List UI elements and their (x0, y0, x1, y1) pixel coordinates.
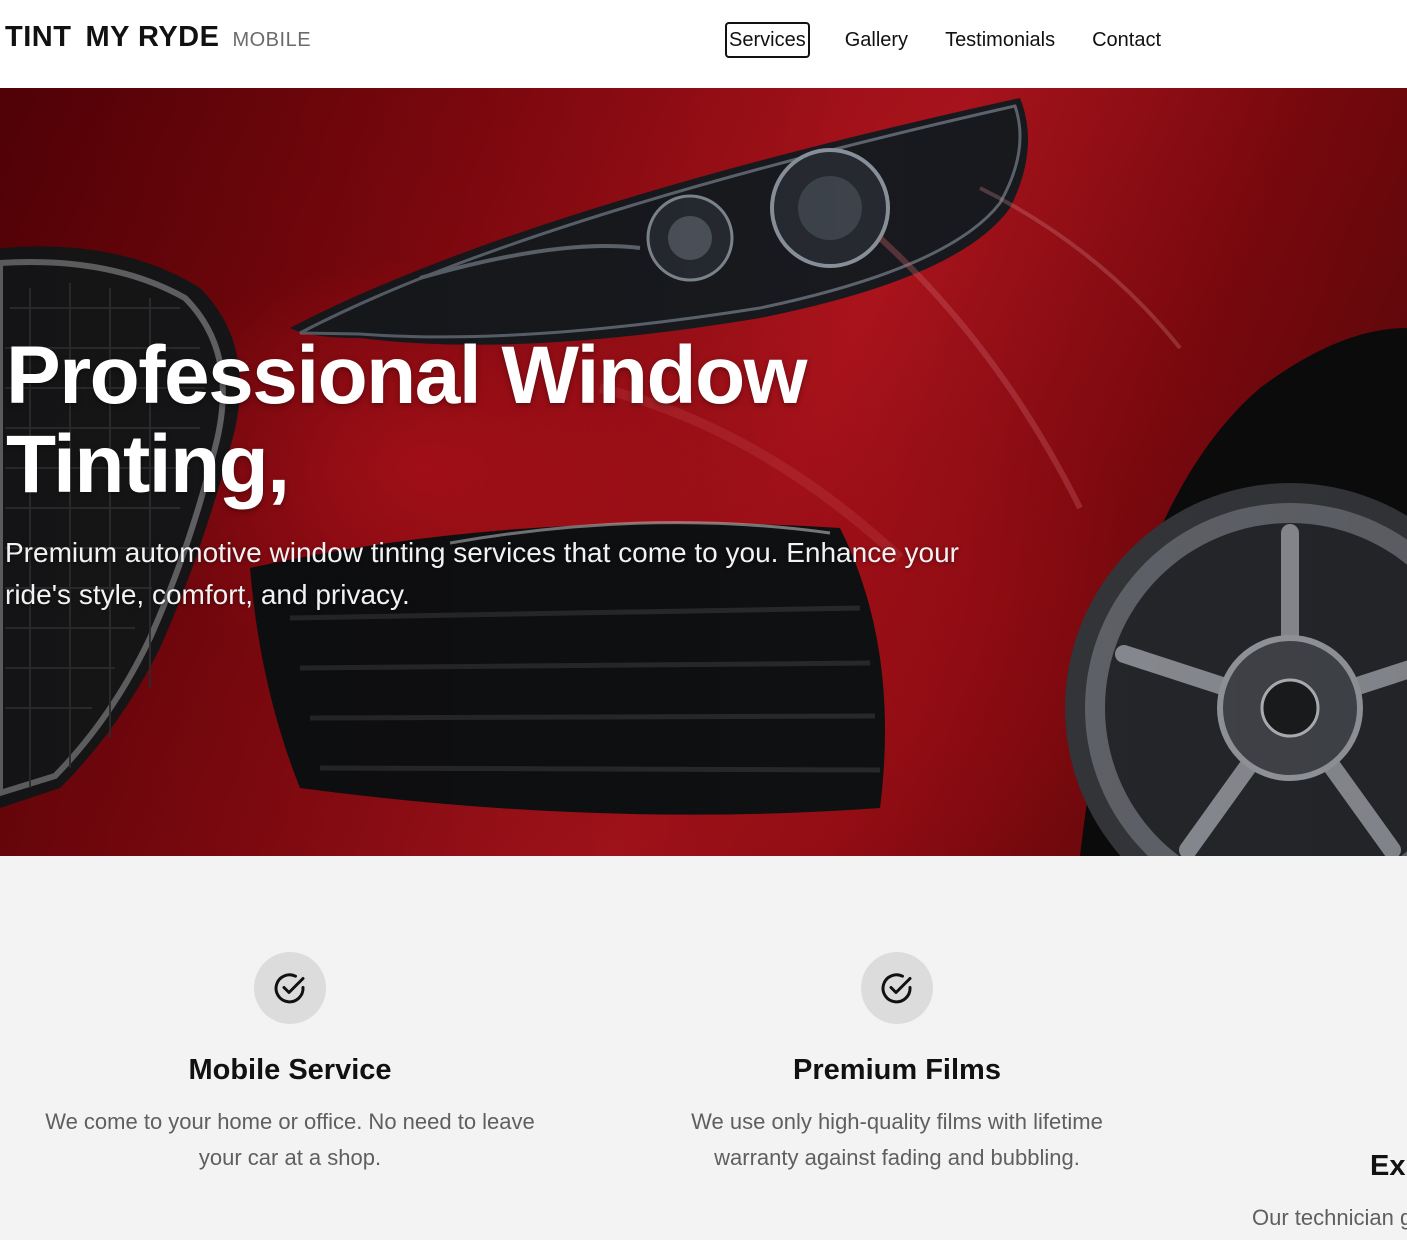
check-circle-icon (254, 952, 326, 1024)
feature-card: Mobile Service We come to your home or o… (10, 952, 570, 1176)
nav-link-gallery[interactable]: Gallery (843, 24, 910, 56)
feature-title: Mobile Service (188, 1054, 392, 1086)
feature-card: Ex Our technician guar (1227, 952, 1407, 1236)
brand-logo[interactable]: TINT MY RYDE MOBILE (5, 21, 311, 57)
feature-description: We come to your home or office. No need … (45, 1109, 535, 1170)
main-nav: Services Gallery Testimonials Contact (725, 22, 1163, 58)
hero-subtitle: Premium automotive window tinting servic… (5, 537, 960, 610)
feature-description: We use only high-quality films with life… (691, 1109, 1103, 1170)
site-header: TINT MY RYDE MOBILE Services Gallery Tes… (0, 0, 1407, 88)
hero-title: Professional Window Tinting, (6, 331, 1006, 509)
feature-card: Premium Films We use only high-quality f… (617, 952, 1177, 1176)
feature-title: Ex (1370, 1150, 1406, 1182)
check-circle-icon (861, 952, 933, 1024)
hero-title-line2: Tinting, (6, 419, 290, 510)
feature-description: Our technician guar (1252, 1205, 1407, 1230)
nav-link-services[interactable]: Services (725, 22, 810, 58)
nav-link-testimonials[interactable]: Testimonials (943, 24, 1057, 56)
feature-title: Premium Films (793, 1054, 1001, 1086)
hero-title-line1: Professional Window (6, 330, 807, 421)
brand-tag-mobile: MOBILE (232, 29, 312, 51)
brand-word-tint: TINT (5, 21, 72, 53)
hero-section: Professional Window Tinting, Premium aut… (0, 88, 1407, 856)
nav-link-contact[interactable]: Contact (1090, 24, 1163, 56)
features-section: Mobile Service We come to your home or o… (0, 856, 1407, 1240)
brand-word-my-ryde: MY RYDE (85, 21, 220, 53)
